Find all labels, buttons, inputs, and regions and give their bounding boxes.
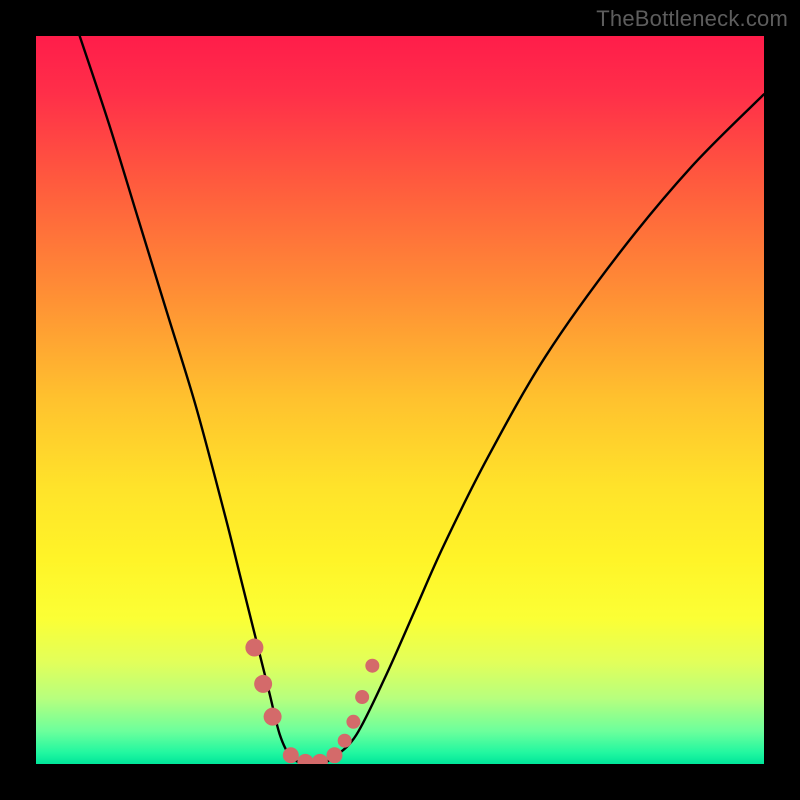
highlight-marker xyxy=(283,747,299,763)
plot-area xyxy=(36,36,764,764)
highlight-marker xyxy=(245,639,263,657)
highlight-marker xyxy=(355,690,369,704)
highlight-marker xyxy=(338,734,352,748)
bottleneck-curve-chart xyxy=(36,36,764,764)
highlight-marker xyxy=(346,715,360,729)
gradient-background xyxy=(36,36,764,764)
highlight-marker xyxy=(326,747,342,763)
highlight-marker xyxy=(365,659,379,673)
watermark-text: TheBottleneck.com xyxy=(596,6,788,32)
chart-frame: TheBottleneck.com xyxy=(0,0,800,800)
highlight-marker xyxy=(264,708,282,726)
highlight-marker xyxy=(254,675,272,693)
